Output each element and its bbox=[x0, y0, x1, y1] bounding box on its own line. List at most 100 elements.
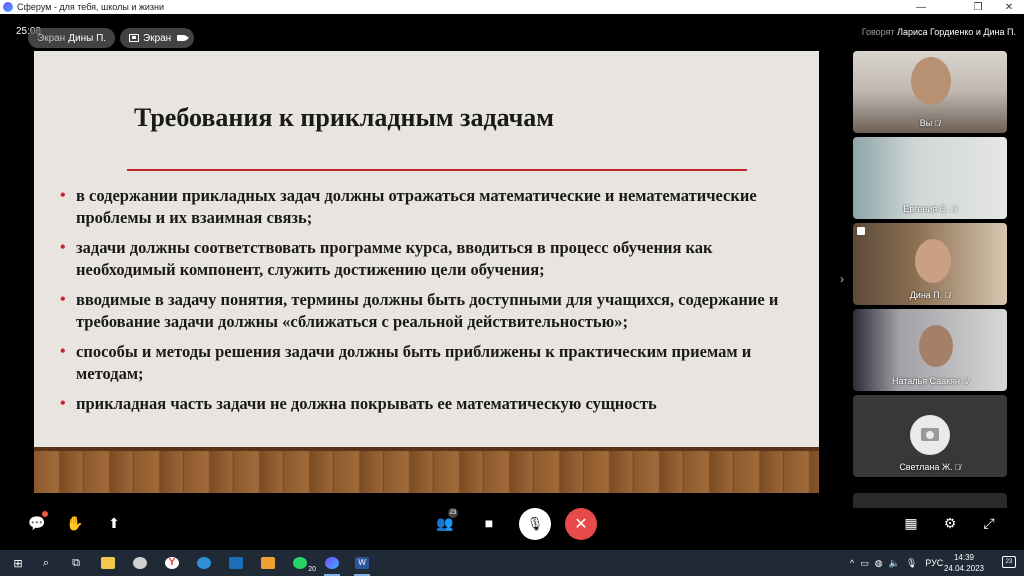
fullscreen-button[interactable]: ⤢ bbox=[974, 508, 1004, 538]
taskbar-whatsapp[interactable]: 20 bbox=[290, 553, 316, 573]
screen-mode-label: Экран bbox=[143, 32, 172, 44]
store-icon bbox=[261, 557, 275, 569]
volume-icon[interactable]: 🔈 bbox=[889, 558, 900, 569]
slide-bullet: в содержании прикладных задач должны отр… bbox=[60, 185, 790, 229]
participants-count-badge: 23 bbox=[448, 508, 458, 518]
participant-tile[interactable]: Евгения С. 🎙̸ bbox=[853, 137, 1007, 219]
chat-button[interactable]: 💬 bbox=[22, 508, 52, 538]
slide-title: Требования к прикладным задачам bbox=[134, 103, 554, 132]
window-title-bar: Сферум - для тебя, школы и жизни — ❐ ✕ bbox=[0, 0, 1024, 14]
taskbar-store[interactable] bbox=[258, 553, 278, 573]
gear-icon: ⚙ bbox=[943, 514, 957, 531]
screen-chip-prefix: Экран bbox=[37, 32, 66, 44]
participant-tile[interactable]: Светлана Ж. 🎙̸ bbox=[853, 395, 1007, 477]
folder-icon bbox=[101, 557, 115, 569]
taskbar-sferum[interactable] bbox=[322, 553, 342, 576]
screen-chip-owner: Дины П. bbox=[68, 32, 107, 44]
slide-bullet: задачи должны соответствовать программе … bbox=[60, 237, 790, 281]
mic-off-icon: 🎙̸ bbox=[954, 463, 961, 472]
taskbar-app[interactable] bbox=[226, 553, 246, 573]
word-icon: W bbox=[355, 557, 369, 569]
screen-share-icon bbox=[129, 34, 139, 42]
participant-tile[interactable]: Вы 🎙̸ bbox=[853, 51, 1007, 133]
window-title: Сферум - для тебя, школы и жизни bbox=[17, 2, 165, 12]
screen-owner-chip: Экран Дины П. bbox=[28, 28, 116, 48]
start-button[interactable]: ⊞ bbox=[8, 553, 28, 573]
battery-icon[interactable]: ▭ bbox=[860, 558, 869, 569]
taskbar-word[interactable]: W bbox=[352, 553, 372, 576]
system-tray: ^ ▭ ◍ 🔈 🎙 РУС bbox=[850, 550, 943, 576]
participant-tile[interactable]: Наталья Саакян 🎙̸ bbox=[853, 309, 1007, 391]
raise-hand-button[interactable]: ✋ bbox=[60, 508, 90, 538]
mic-off-icon: 🎙̸ bbox=[950, 205, 957, 214]
slide-bullet: способы и методы решения задачи должны б… bbox=[60, 341, 790, 385]
close-icon: ✕ bbox=[574, 516, 588, 533]
taskbar-clock[interactable]: 14:39 24.04.2023 bbox=[944, 552, 984, 574]
microphone-toggle-button[interactable]: 🎙 bbox=[519, 508, 551, 540]
layout-grid-button[interactable]: ▦ bbox=[896, 508, 926, 538]
language-indicator[interactable]: РУС bbox=[925, 558, 943, 568]
taskbar-edge[interactable] bbox=[194, 553, 214, 573]
unread-dot bbox=[42, 511, 48, 517]
expand-icon: ⤢ bbox=[983, 514, 995, 531]
call-controls-bar: 💬 ✋ ⬆ 👥 23 ■ 🎙 ✕ ▦ ⚙ ⤢ bbox=[0, 508, 1024, 550]
whatsapp-icon bbox=[293, 557, 307, 569]
participant-name: Вы bbox=[919, 118, 933, 128]
participant-video bbox=[919, 325, 953, 367]
task-view-icon: ⧉ bbox=[72, 556, 80, 569]
mic-off-icon: 🎙̸ bbox=[934, 119, 941, 128]
maximize-button[interactable]: ❐ bbox=[963, 0, 993, 14]
task-view-button[interactable]: ⧉ bbox=[66, 553, 86, 573]
whatsapp-badge: 20 bbox=[308, 566, 316, 573]
participant-name: Евгения С. bbox=[903, 204, 949, 214]
participant-name: Светлана Ж. bbox=[899, 462, 953, 472]
taskbar-app[interactable] bbox=[130, 553, 150, 573]
sferum-icon bbox=[325, 557, 339, 569]
slide-bullet-list: в содержании прикладных задач должны отр… bbox=[60, 185, 790, 423]
share-icon: ⬆ bbox=[108, 514, 120, 531]
network-icon[interactable]: ◍ bbox=[875, 558, 883, 569]
app-icon bbox=[229, 557, 243, 569]
close-window-button[interactable]: ✕ bbox=[994, 0, 1024, 14]
participant-name: Дина П. bbox=[909, 290, 943, 300]
participant-name: Наталья Саакян bbox=[891, 376, 961, 386]
grid-icon: ▦ bbox=[904, 514, 918, 531]
search-icon: ⌕ bbox=[42, 556, 50, 569]
slide-bullet: вводимые в задачу понятия, термины должн… bbox=[60, 289, 790, 333]
taskbar-file-explorer[interactable] bbox=[98, 553, 118, 573]
taskbar-yandex-browser[interactable]: Y bbox=[162, 553, 182, 573]
mic-tray-icon[interactable]: 🎙 bbox=[906, 558, 917, 569]
participant-tile[interactable]: Дина П. 🎙̸ bbox=[853, 223, 1007, 305]
notifications-button[interactable]: 23 bbox=[1002, 556, 1016, 568]
participant-tile-partial[interactable] bbox=[853, 493, 1007, 508]
hand-icon: ✋ bbox=[66, 514, 84, 531]
mic-off-icon: 🎙̸ bbox=[944, 291, 951, 300]
call-area: 25:08 Говорят Лариса Гордиенко и Дина П.… bbox=[0, 14, 1024, 508]
screen-mode-chip[interactable]: Экран bbox=[120, 28, 195, 48]
search-button[interactable]: ⌕ bbox=[36, 553, 56, 573]
video-camera-icon: ■ bbox=[484, 515, 494, 531]
windows-taskbar: ⊞ ⌕ ⧉ Y 20 W ^ ▭ ◍ 🔈 🎙 РУС 14:39 24.04.2… bbox=[0, 550, 1024, 576]
speaking-indicator: Говорят Лариса Гордиенко и Дина П. bbox=[862, 27, 1016, 37]
app-icon bbox=[133, 557, 147, 569]
tray-chevron-up-icon[interactable]: ^ bbox=[850, 558, 854, 568]
shared-screen[interactable]: Требования к прикладным задачам в содерж… bbox=[34, 51, 819, 493]
sferum-logo-icon bbox=[3, 2, 13, 12]
collapse-panel-chevron-icon[interactable]: › bbox=[840, 272, 844, 286]
edge-icon bbox=[197, 557, 211, 569]
settings-button[interactable]: ⚙ bbox=[935, 508, 965, 538]
mic-off-icon: 🎙 bbox=[526, 516, 544, 531]
participants-button[interactable]: 👥 23 bbox=[430, 508, 460, 538]
mic-off-icon: 🎙̸ bbox=[962, 377, 969, 386]
share-screen-button[interactable]: ⬆ bbox=[99, 508, 129, 538]
pin-icon bbox=[857, 227, 865, 235]
end-call-button[interactable]: ✕ bbox=[565, 508, 597, 540]
minimize-button[interactable]: — bbox=[906, 0, 936, 14]
chat-icon: 💬 bbox=[28, 514, 46, 531]
camera-off-avatar-icon bbox=[910, 415, 950, 455]
participant-video bbox=[915, 239, 951, 283]
camera-button[interactable]: ■ bbox=[474, 508, 504, 538]
camera-icon bbox=[177, 35, 190, 41]
clock-time: 14:39 bbox=[953, 553, 974, 562]
slide-wood-floor-decoration bbox=[34, 447, 819, 493]
